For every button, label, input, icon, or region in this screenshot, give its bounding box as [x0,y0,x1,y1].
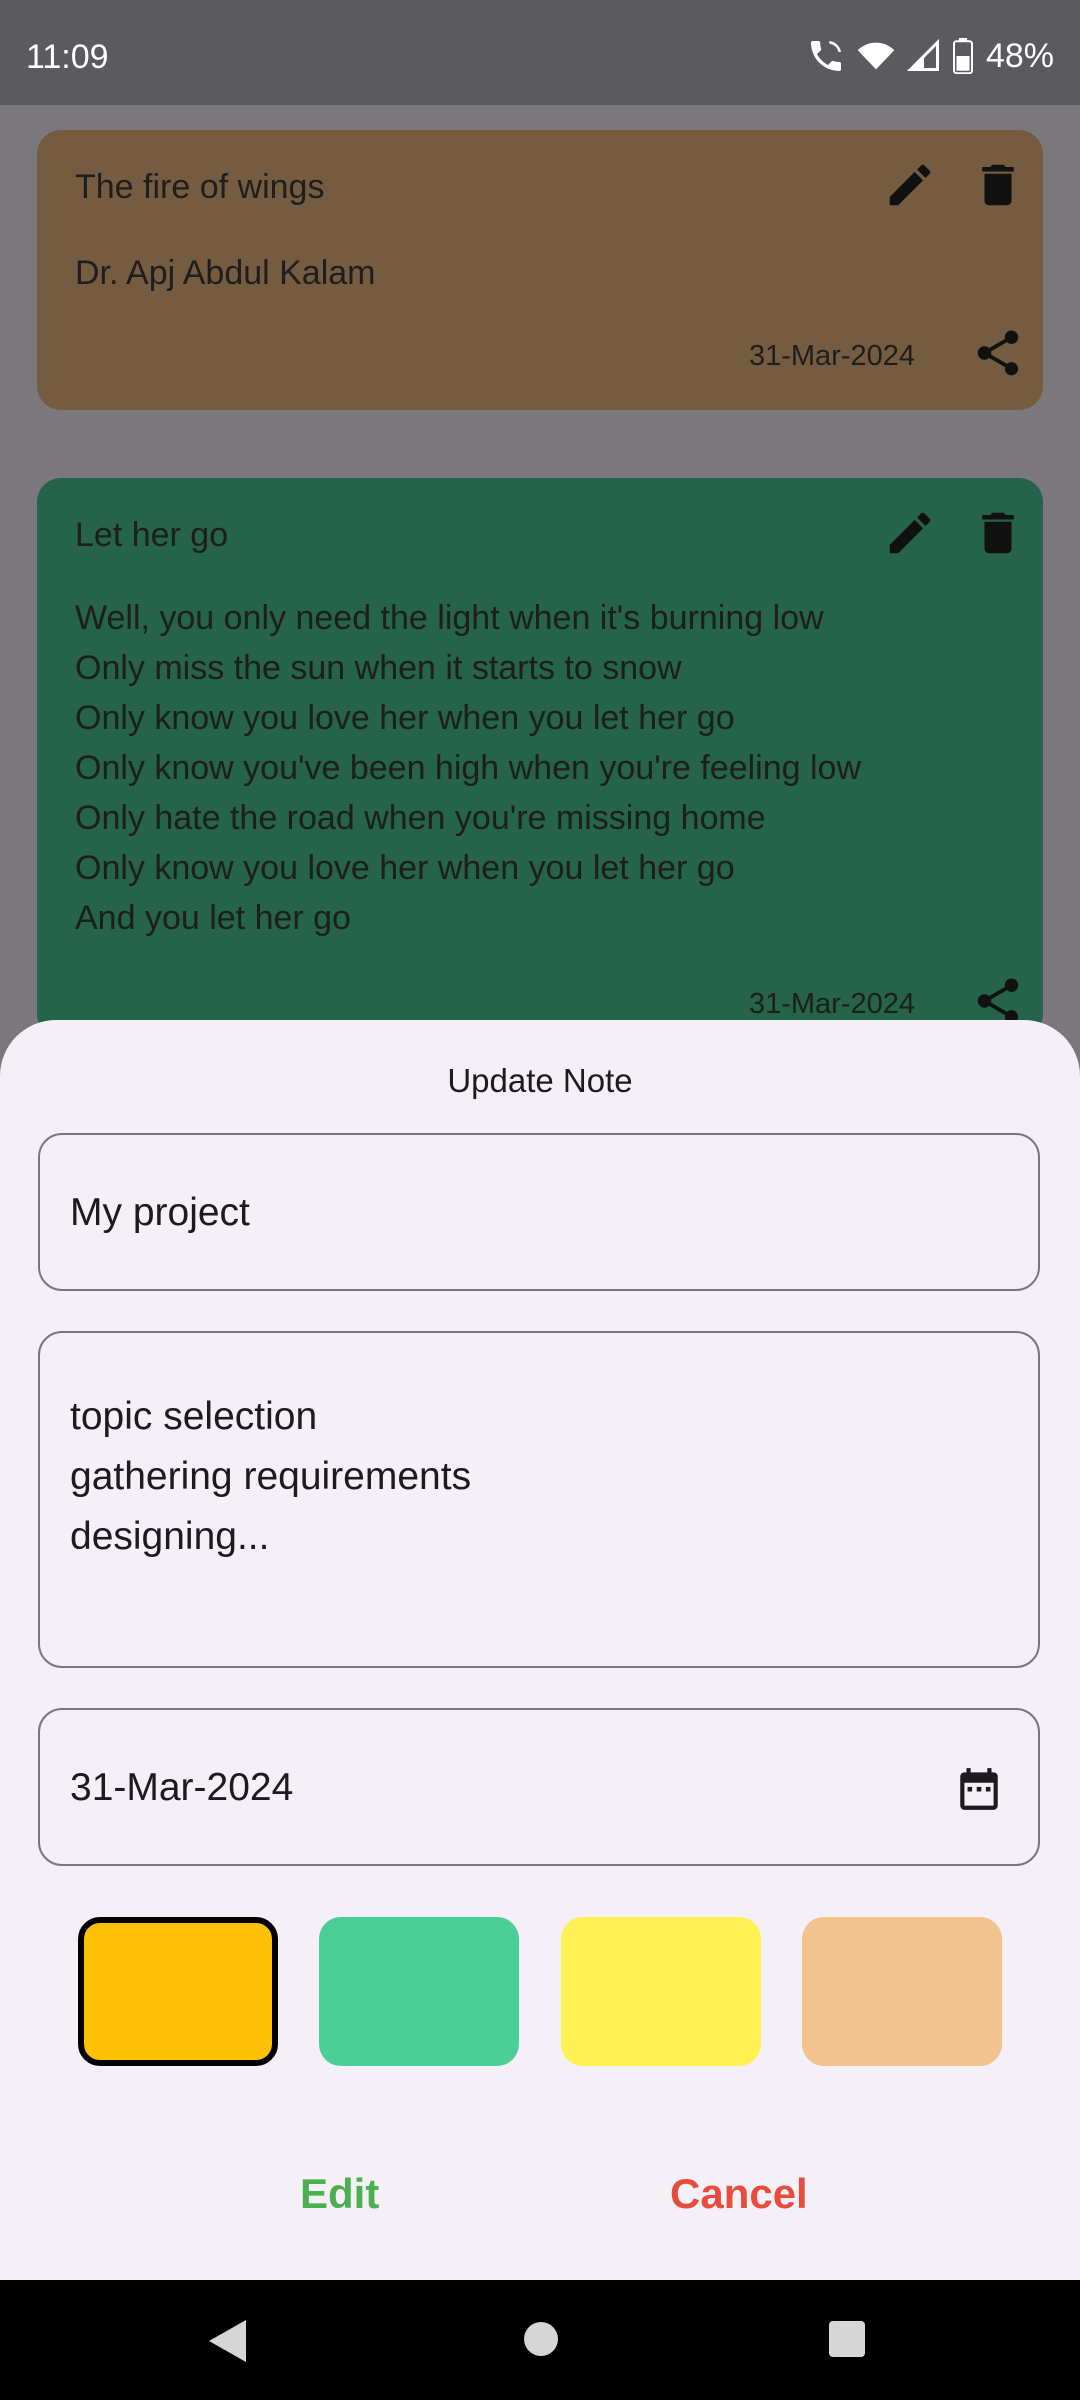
status-time: 11:09 [26,38,109,76]
home-icon[interactable] [522,2320,560,2358]
content-input-value: topic selection gathering requirements d… [70,1395,472,1558]
back-icon[interactable] [206,2318,248,2364]
edit-icon[interactable] [883,158,937,212]
battery-percent: 48% [985,36,1054,75]
color-swatch-peach[interactable] [802,1917,1002,2066]
battery-icon [952,38,973,74]
content-input[interactable]: topic selection gathering requirements d… [38,1331,1040,1668]
color-swatch-green[interactable] [319,1917,519,2066]
date-field-value: 31-Mar-2024 [70,1766,294,1809]
edit-button[interactable]: Edit [300,2170,379,2218]
note-date: 31-Mar-2024 [748,340,915,372]
note-title: Let her go [75,516,229,554]
sheet-title: Update Note [447,1062,633,1099]
note-card[interactable]: The fire of wings Dr. Apj Abdul Kalam 31… [37,130,1043,410]
color-swatch-yellow[interactable] [561,1917,761,2066]
note-body: Well, you only need the light when it's … [75,599,862,937]
wifi-calling-icon [810,41,841,71]
delete-icon[interactable] [971,158,1025,212]
date-field[interactable]: 31-Mar-2024 [38,1708,1040,1866]
note-card[interactable]: Let her go Well, you only need the light… [37,478,1043,1038]
share-icon[interactable] [971,326,1025,380]
title-input-value: My project [70,1191,250,1234]
signal-icon [906,38,939,71]
delete-icon[interactable] [971,506,1025,560]
navigation-bar [0,2280,1080,2400]
wifi-icon [857,42,895,70]
note-title: The fire of wings [75,168,325,206]
title-input[interactable]: My project [38,1133,1040,1291]
calendar-icon[interactable] [954,1764,1004,1814]
note-date: 31-Mar-2024 [748,988,915,1020]
status-bar: 11:09 48% [0,0,1080,105]
recents-icon[interactable] [828,2320,866,2358]
color-swatch-amber[interactable] [78,1917,278,2066]
cancel-button[interactable]: Cancel [670,2170,808,2218]
update-note-sheet: Update Note My project topic selection g… [0,1020,1080,2280]
status-icons: 48% [806,36,1054,76]
edit-icon[interactable] [883,506,937,560]
note-body: Dr. Apj Abdul Kalam [75,254,376,292]
